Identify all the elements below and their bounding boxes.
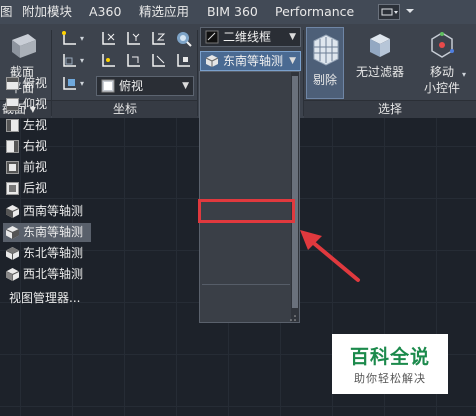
sw-isometric-icon: [6, 205, 19, 218]
watermark-subtitle: 助你轻松解决: [354, 372, 426, 385]
ucs-face-icon[interactable]: [125, 52, 143, 70]
top-view-combo-value: 俯视: [119, 79, 144, 93]
menu-item-sw-isometric[interactable]: 西南等轴测: [3, 202, 91, 221]
tab-performance[interactable]: Performance: [275, 0, 354, 24]
ribbon-toggle-icon: [381, 8, 398, 16]
menu-item-label: 俯视: [23, 76, 48, 90]
visual-style-combo-value: 二维线框: [223, 30, 272, 44]
menu-item-view-manager[interactable]: 视图管理器...: [3, 289, 91, 308]
chevron-down-icon: ▼: [289, 32, 296, 42]
menu-item-label: 西北等轴测: [23, 267, 84, 281]
menu-item-nw-isometric[interactable]: 西北等轴测: [3, 265, 91, 284]
menu-divider: [202, 284, 290, 285]
move-gizmo-icon[interactable]: [427, 30, 457, 60]
tab-addins[interactable]: 附加模块: [22, 0, 72, 24]
move-gizmo-label-1[interactable]: 移动: [416, 64, 468, 80]
ucs-world-icon[interactable]: [175, 52, 193, 70]
no-filter-label[interactable]: 无过滤器: [350, 64, 410, 80]
menu-item-label: 西南等轴测: [23, 204, 84, 218]
ribbon-tab-bar: 图 附加模块 A360 精选应用 BIM 360 Performance: [0, 0, 476, 24]
menu-item-ne-isometric[interactable]: 东北等轴测: [3, 244, 91, 263]
move-gizmo-label-2[interactable]: 小控件: [416, 80, 468, 96]
chevron-down-icon[interactable]: ▾: [80, 34, 84, 43]
menu-item-se-isometric[interactable]: 东南等轴测: [3, 223, 91, 242]
annotation-arrow-icon: [300, 230, 360, 282]
chevron-down-icon: [406, 9, 414, 13]
tab-a360[interactable]: A360: [89, 0, 121, 24]
top-view-icon: [101, 79, 115, 93]
nw-isometric-icon: [6, 268, 19, 281]
ucs-named-icon[interactable]: [175, 30, 193, 48]
menu-item-bottom-view[interactable]: 仰视: [3, 95, 91, 114]
menu-item-right-view[interactable]: 右视: [3, 137, 91, 156]
menu-item-label: 仰视: [23, 97, 48, 111]
section-plane-icon[interactable]: [6, 30, 40, 62]
chevron-down-icon[interactable]: ▾: [80, 56, 84, 65]
ucs-icon[interactable]: [60, 30, 78, 48]
top-view-combo[interactable]: 俯视 ▼: [96, 76, 194, 96]
menu-item-front-view[interactable]: 前视: [3, 158, 91, 177]
ucs-y-icon[interactable]: [125, 30, 143, 48]
no-filter-icon[interactable]: [364, 30, 394, 60]
front-view-icon: [6, 161, 19, 174]
menu-item-label: 左视: [23, 118, 48, 132]
se-isometric-icon: [205, 55, 219, 67]
tab-bim360[interactable]: BIM 360: [207, 0, 258, 24]
bottom-view-icon: [6, 98, 19, 111]
panel-divider: [197, 30, 198, 116]
menu-item-label: 东北等轴测: [23, 246, 84, 260]
ucs-z-icon[interactable]: [150, 30, 168, 48]
chevron-down-icon[interactable]: ▾: [462, 70, 466, 79]
wireframe-icon: [205, 30, 219, 44]
menu-item-left-view[interactable]: 左视: [3, 116, 91, 135]
ucs-origin-icon[interactable]: [60, 52, 78, 70]
left-view-icon: [6, 119, 19, 132]
cull-label: 剔除: [312, 73, 337, 87]
tab-featured-apps[interactable]: 精选应用: [139, 0, 189, 24]
ucs-x-icon[interactable]: [100, 30, 118, 48]
watermark-title: 百科全说: [349, 346, 430, 368]
menu-item-top-view[interactable]: 俯视: [3, 74, 91, 93]
top-view-icon: [6, 77, 19, 90]
back-view-icon: [6, 182, 19, 195]
watermark-logo: 百科全说 助你轻松解决: [332, 334, 448, 394]
chevron-down-icon: ▼: [289, 56, 296, 66]
cull-button[interactable]: 剔除: [306, 27, 344, 99]
cull-icon: [313, 34, 339, 66]
chevron-down-icon: ▼: [182, 81, 189, 91]
ucs-object-icon[interactable]: [150, 52, 168, 70]
resize-grip-icon[interactable]: [289, 314, 297, 322]
view-dropdown-menu: [199, 71, 300, 323]
right-view-icon: [6, 140, 19, 153]
view-combo[interactable]: 东南等轴测 ▼: [200, 51, 301, 71]
menu-item-label: 后视: [23, 181, 48, 195]
menu-item-label: 右视: [23, 139, 48, 153]
menu-item-label: 东南等轴测: [23, 225, 84, 239]
ne-isometric-icon: [6, 247, 19, 260]
visual-style-combo[interactable]: 二维线框 ▼: [200, 27, 301, 47]
view-combo-value: 东南等轴测: [223, 54, 284, 68]
menu-item-label: 前视: [23, 160, 48, 174]
annotation-highlight-box: [198, 199, 295, 223]
ucs-3point-icon[interactable]: [100, 52, 118, 70]
ribbon-options-dropdown-button[interactable]: [404, 4, 416, 20]
select-panel-footer[interactable]: 选择: [304, 100, 476, 118]
tab-view[interactable]: 图: [0, 0, 13, 24]
se-isometric-icon: [6, 226, 19, 239]
ribbon-display-toggle-button[interactable]: [378, 4, 400, 20]
menu-item-back-view[interactable]: 后视: [3, 179, 91, 198]
